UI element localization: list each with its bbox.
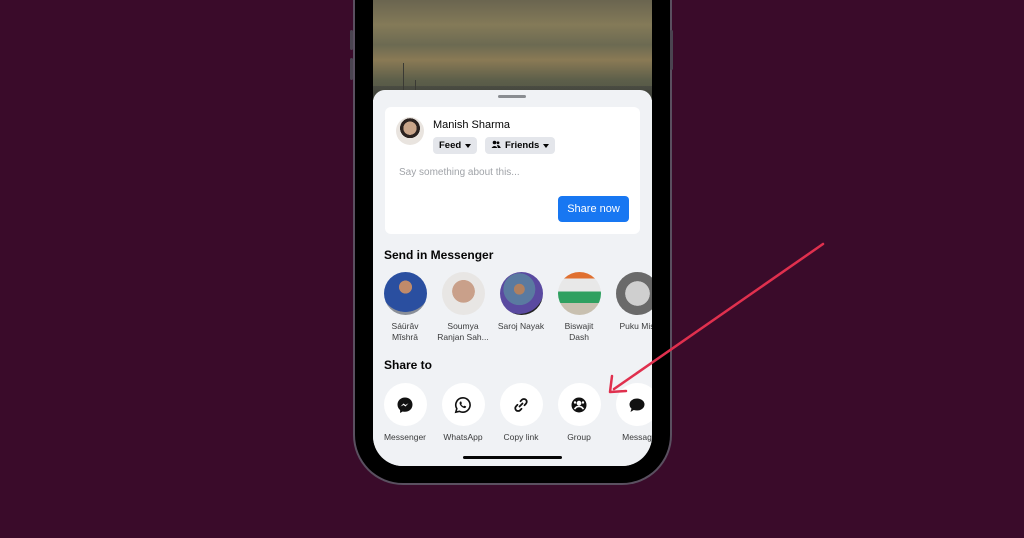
arrow-shaft	[612, 242, 825, 391]
arrow-head-icon	[608, 374, 628, 394]
annotation-arrow	[608, 242, 825, 394]
